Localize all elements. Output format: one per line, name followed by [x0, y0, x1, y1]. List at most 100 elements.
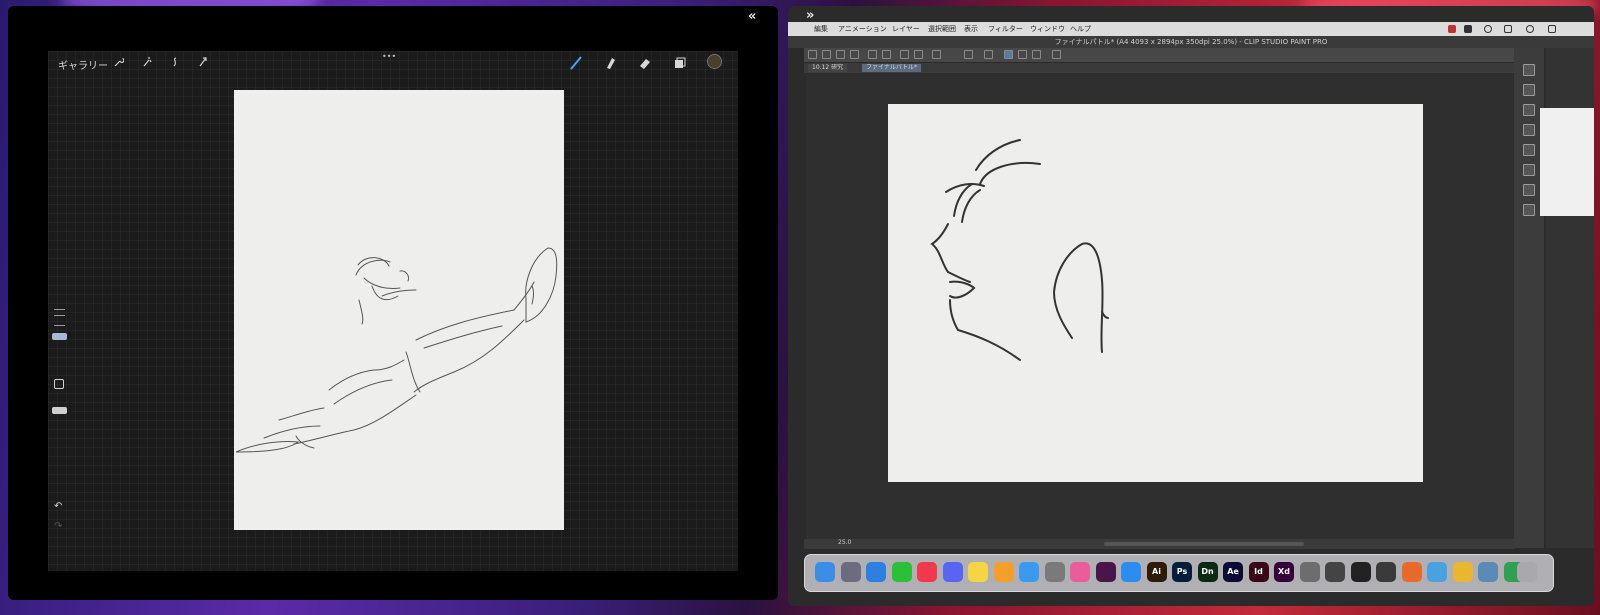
dock-finder-icon[interactable]: [815, 562, 835, 582]
dock-app-b-icon[interactable]: [1376, 562, 1396, 582]
dock-app-d-icon[interactable]: [1427, 562, 1447, 582]
dock-xd-icon[interactable]: Xd: [1274, 562, 1294, 582]
panel-icon[interactable]: [1523, 204, 1535, 216]
dock-clip-studio-paint-icon[interactable]: [1350, 562, 1371, 582]
menu-view[interactable]: 表示: [964, 24, 978, 34]
copy-icon[interactable]: [914, 50, 923, 59]
dock-launchpad-icon[interactable]: [840, 562, 861, 582]
procreate-canvas[interactable]: [234, 90, 564, 530]
procreate-screen: ギャラリー ••• ↶ ↷: [48, 51, 738, 571]
modify-button[interactable]: [54, 379, 64, 389]
panel-icon[interactable]: [1523, 184, 1535, 196]
select-icon[interactable]: [964, 50, 973, 59]
paste-icon[interactable]: [932, 50, 941, 59]
dock-appstore-icon[interactable]: [1121, 562, 1141, 582]
window-titlebar: ファイナルパトル* (A4 4093 x 2894px 350dpi 25.0%…: [788, 36, 1594, 48]
dock-app-c-icon[interactable]: [1401, 562, 1422, 582]
opacity-slider-handle[interactable]: [52, 407, 67, 414]
dock-mail-icon[interactable]: [1019, 562, 1039, 582]
smudge-icon[interactable]: [603, 55, 617, 74]
redo-icon[interactable]: [882, 50, 891, 59]
navigator-preview[interactable]: [1540, 108, 1594, 216]
redo-button[interactable]: ↷: [54, 521, 62, 532]
procreate-sidebar: ↶ ↷: [50, 289, 68, 532]
status-icon[interactable]: [1504, 25, 1512, 33]
more-options-icon[interactable]: •••: [382, 52, 396, 61]
menu-help[interactable]: ヘルプ: [1070, 24, 1091, 34]
panel-icon[interactable]: [1523, 144, 1535, 156]
tool-icon[interactable]: [1052, 50, 1061, 59]
menu-window[interactable]: ウィンドウ: [1030, 24, 1065, 34]
ipad-mirror-panel: « ギャラリー ••• ↶ ↷: [8, 6, 778, 600]
color-swatch[interactable]: [707, 54, 722, 69]
new-file-icon[interactable]: [808, 50, 817, 59]
magic-wand-icon[interactable]: [142, 57, 152, 70]
size-slider-mark: [54, 309, 65, 310]
dock-music-icon[interactable]: [917, 562, 937, 582]
dock-clip-studio-1-icon[interactable]: [1299, 562, 1320, 582]
dock-slack-icon[interactable]: [1095, 562, 1116, 582]
collapse-panel-button[interactable]: «: [748, 9, 756, 24]
dock-trash-icon[interactable]: [1517, 562, 1537, 582]
brush-icon[interactable]: [569, 55, 583, 74]
active-tool-icon[interactable]: [1004, 50, 1013, 59]
wrench-icon[interactable]: [114, 57, 125, 70]
menu-layer[interactable]: レイヤー: [892, 24, 920, 34]
undo-icon[interactable]: [868, 50, 877, 59]
tool-icon[interactable]: [1018, 50, 1027, 59]
panel-icon[interactable]: [1523, 164, 1535, 176]
dock-clip-studio-2-icon[interactable]: [1325, 562, 1345, 582]
window-title: ファイナルパトル* (A4 4093 x 2894px 350dpi 25.0%…: [1054, 38, 1328, 46]
tool-icon[interactable]: [1032, 50, 1041, 59]
save-icon[interactable]: [836, 50, 845, 59]
panel-icon[interactable]: [1523, 124, 1535, 136]
dock-dimension-icon[interactable]: Dn: [1197, 562, 1218, 582]
size-slider-handle[interactable]: [52, 333, 67, 340]
dock-illustrator-icon[interactable]: Ai: [1146, 562, 1167, 582]
dock-discord-icon[interactable]: [942, 562, 963, 582]
status-icon[interactable]: [1484, 25, 1492, 33]
document-tab-bar: 10.12 研究 ファイナルバトル*: [804, 63, 1514, 73]
selection-icon[interactable]: [170, 57, 180, 70]
canvas-workspace: [806, 74, 1524, 544]
dock-safari-icon[interactable]: [866, 562, 886, 582]
dock-after-effects-icon[interactable]: Ae: [1223, 562, 1243, 582]
layers-icon[interactable]: [673, 55, 687, 74]
menu-filter[interactable]: フィルター: [988, 24, 1023, 34]
mac-dock: Ai Ps Dn Ae Id Xd: [804, 554, 1554, 592]
clear-icon[interactable]: [984, 50, 993, 59]
dock-indesign-icon[interactable]: Id: [1248, 562, 1269, 582]
horizontal-scrollbar[interactable]: [1104, 542, 1304, 546]
transform-icon[interactable]: [198, 57, 208, 70]
dock-photoshop-icon[interactable]: Ps: [1172, 562, 1192, 582]
status-icon[interactable]: [1448, 25, 1456, 33]
cut-icon[interactable]: [850, 50, 859, 59]
dock-chrome-icon[interactable]: [1452, 562, 1473, 582]
eraser-icon[interactable]: [638, 55, 652, 74]
dock-photos-icon[interactable]: [1070, 562, 1090, 582]
expand-panel-button[interactable]: »: [806, 8, 814, 23]
wifi-icon[interactable]: [1526, 25, 1534, 33]
dock-pencil-icon[interactable]: [993, 562, 1014, 582]
panel-icon[interactable]: [1523, 104, 1535, 116]
dock-line-icon[interactable]: [891, 562, 912, 582]
dock-preview-icon[interactable]: [1478, 562, 1498, 582]
panel-icon[interactable]: [1523, 84, 1535, 96]
open-icon[interactable]: [822, 50, 831, 59]
gallery-button[interactable]: ギャラリー: [58, 57, 108, 72]
zoom-level[interactable]: 25.0: [838, 539, 851, 546]
face-sketch: [930, 139, 1109, 361]
menu-selection[interactable]: 選択範囲: [928, 24, 956, 34]
clip-studio-canvas[interactable]: [888, 104, 1423, 482]
transform-icon[interactable]: [900, 50, 909, 59]
dock-settings-icon[interactable]: [1044, 562, 1065, 582]
tab-research[interactable]: 10.12 研究: [808, 64, 848, 72]
tab-final-battle[interactable]: ファイナルバトル*: [862, 64, 922, 72]
status-icon[interactable]: [1464, 25, 1472, 33]
dock-notes-icon[interactable]: [968, 562, 988, 582]
control-center-icon[interactable]: [1548, 25, 1556, 33]
panel-icon[interactable]: [1523, 64, 1535, 76]
menu-animation[interactable]: アニメーション: [838, 24, 887, 34]
menu-edit[interactable]: 編集: [814, 24, 828, 34]
undo-button[interactable]: ↶: [54, 501, 62, 512]
